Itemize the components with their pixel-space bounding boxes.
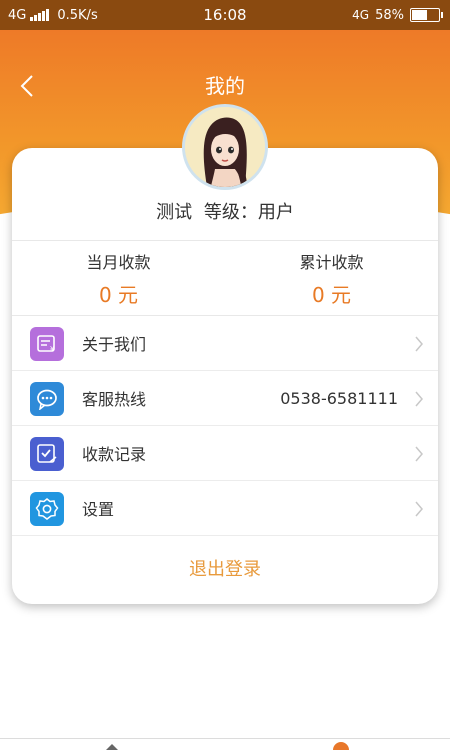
chevron-right-icon xyxy=(415,391,423,407)
menu-label-records: 收款记录 xyxy=(82,445,147,464)
battery-percent: 58% xyxy=(375,7,404,23)
stat-total-label: 累计收款 xyxy=(299,253,364,272)
stat-month-label: 当月收款 xyxy=(86,253,151,272)
battery-fill xyxy=(412,10,428,20)
stat-total: 累计收款 0 元 xyxy=(225,241,438,315)
menu-label-settings: 设置 xyxy=(82,500,115,519)
menu-label-hotline: 客服热线 xyxy=(82,390,147,409)
battery-icon xyxy=(410,8,443,22)
chevron-right-icon xyxy=(415,446,423,462)
stats-row: 当月收款 0 元 累计收款 0 元 xyxy=(12,240,438,316)
page-title: 我的 xyxy=(205,74,245,98)
menu-item-hotline[interactable]: 客服热线 0538-6581111 xyxy=(12,371,438,426)
profile-page: 4G 0.5K/s 16:08 4G 58% 我的 测试 等级：用户 当月收款 … xyxy=(0,0,450,750)
status-bar: 4G 0.5K/s 16:08 4G 58% xyxy=(0,0,450,30)
svg-text:¥: ¥ xyxy=(50,345,55,353)
avatar[interactable] xyxy=(182,104,268,190)
menu-label-about: 关于我们 xyxy=(82,335,147,354)
stat-month: 当月收款 0 元 xyxy=(12,241,225,315)
status-right: 4G 58% xyxy=(352,7,443,23)
stat-total-value: 0 元 xyxy=(311,283,352,307)
record-check-icon xyxy=(30,437,64,471)
bottom-tab-bar xyxy=(0,738,450,750)
menu-item-settings[interactable]: 设置 xyxy=(12,481,438,536)
home-tab-icon[interactable] xyxy=(103,743,121,750)
user-info: 测试 等级：用户 xyxy=(12,198,438,224)
chat-bubble-icon xyxy=(30,382,64,416)
chevron-right-icon xyxy=(415,336,423,352)
menu-list: ¥ 关于我们 客服热线 0538-6581111 收款记录 设置 xyxy=(12,316,438,536)
logout-button[interactable]: 退出登录 xyxy=(12,536,438,604)
user-name: 测试 xyxy=(156,202,193,223)
menu-item-about[interactable]: ¥ 关于我们 xyxy=(12,316,438,371)
network-type-right: 4G xyxy=(352,8,370,22)
profile-card: 测试 等级：用户 当月收款 0 元 累计收款 0 元 ¥ 关于我们 客服热线 0… xyxy=(12,148,438,604)
stat-month-value: 0 元 xyxy=(98,283,139,307)
user-level: 等级：用户 xyxy=(203,202,294,223)
avatar-illustration xyxy=(185,107,265,187)
about-icon: ¥ xyxy=(30,327,64,361)
menu-item-records[interactable]: 收款记录 xyxy=(12,426,438,481)
chevron-right-icon xyxy=(415,501,423,517)
hotline-number: 0538-6581111 xyxy=(280,388,398,408)
gear-icon xyxy=(30,492,64,526)
